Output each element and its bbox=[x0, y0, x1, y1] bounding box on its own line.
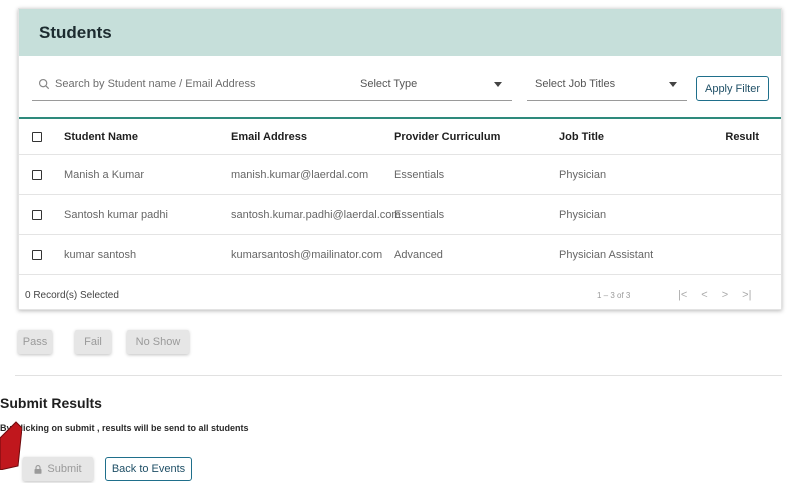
records-selected-count: 0 Record(s) Selected bbox=[25, 289, 119, 301]
table-row[interactable]: Manish a Kumar manish.kumar@laerdal.com … bbox=[19, 155, 781, 195]
select-type-label: Select Type bbox=[360, 78, 418, 90]
filter-bar: Select Type Select Job Titles Apply Filt… bbox=[19, 56, 781, 118]
students-table: Student Name Email Address Provider Curr… bbox=[19, 117, 781, 315]
table-header-row: Student Name Email Address Provider Curr… bbox=[19, 119, 781, 155]
search-box[interactable] bbox=[32, 68, 355, 101]
search-icon bbox=[38, 78, 51, 91]
page-title: Students bbox=[39, 22, 112, 42]
column-header-result[interactable]: Result bbox=[709, 131, 759, 143]
cell-curriculum: Essentials bbox=[394, 208, 445, 221]
select-all-checkbox[interactable] bbox=[32, 131, 42, 142]
column-header-curriculum[interactable]: Provider Curriculum bbox=[394, 131, 559, 143]
column-header-email[interactable]: Email Address bbox=[231, 131, 394, 143]
cell-job: Physician bbox=[559, 168, 607, 181]
column-header-name[interactable]: Student Name bbox=[64, 131, 231, 143]
prev-page-button[interactable]: < bbox=[701, 289, 707, 301]
table-row[interactable]: kumar santosh kumarsantosh@mailinator.co… bbox=[19, 235, 781, 275]
column-header-job[interactable]: Job Title bbox=[559, 131, 709, 143]
chevron-down-icon bbox=[669, 81, 677, 87]
first-page-button[interactable]: |< bbox=[678, 289, 687, 301]
select-job-titles-dropdown[interactable]: Select Job Titles bbox=[527, 68, 687, 101]
last-page-button[interactable]: >| bbox=[742, 289, 751, 301]
section-divider bbox=[15, 375, 782, 376]
submit-label: Submit bbox=[47, 463, 82, 475]
select-job-label: Select Job Titles bbox=[535, 78, 616, 90]
row-checkbox[interactable] bbox=[32, 249, 42, 260]
submit-button[interactable]: Submit bbox=[23, 457, 93, 481]
cell-job: Physician bbox=[559, 208, 607, 221]
select-type-dropdown[interactable]: Select Type bbox=[352, 68, 512, 101]
submit-results-note: By Clicking on submit , results will be … bbox=[0, 423, 249, 433]
chevron-down-icon bbox=[494, 81, 502, 87]
next-page-button[interactable]: > bbox=[722, 289, 728, 301]
cell-name: kumar santosh bbox=[64, 248, 137, 261]
search-input[interactable] bbox=[55, 78, 345, 90]
submit-results-heading: Submit Results bbox=[0, 395, 102, 411]
arrow-pointer-icon bbox=[0, 421, 22, 470]
cell-email: manish.kumar@laerdal.com bbox=[231, 168, 369, 181]
cell-name: Santosh kumar padhi bbox=[64, 208, 168, 221]
students-card: Students Select Type Select Job Titles A… bbox=[18, 8, 782, 310]
card-header: Students bbox=[19, 9, 781, 56]
cell-name: Manish a Kumar bbox=[64, 168, 145, 181]
fail-button[interactable]: Fail bbox=[75, 330, 111, 354]
no-show-button[interactable]: No Show bbox=[127, 330, 189, 354]
apply-filter-button[interactable]: Apply Filter bbox=[696, 76, 769, 101]
cell-email: santosh.kumar.padhi@laerdal.com bbox=[231, 208, 401, 221]
row-checkbox[interactable] bbox=[32, 209, 42, 220]
cell-curriculum: Advanced bbox=[394, 248, 443, 261]
cell-curriculum: Essentials bbox=[394, 168, 445, 181]
cell-email: kumarsantosh@mailinator.com bbox=[231, 248, 383, 261]
row-checkbox[interactable] bbox=[32, 169, 42, 180]
pass-button[interactable]: Pass bbox=[18, 330, 52, 354]
back-to-events-button[interactable]: Back to Events bbox=[105, 457, 192, 481]
table-row[interactable]: Santosh kumar padhi santosh.kumar.padhi@… bbox=[19, 195, 781, 235]
lock-icon bbox=[34, 464, 42, 474]
cell-job: Physician Assistant bbox=[559, 248, 654, 261]
table-footer: 0 Record(s) Selected 1 – 3 of 3 |< < > >… bbox=[19, 275, 781, 315]
pagination-controls: |< < > >| bbox=[678, 289, 751, 301]
pagination-range: 1 – 3 of 3 bbox=[597, 290, 631, 300]
